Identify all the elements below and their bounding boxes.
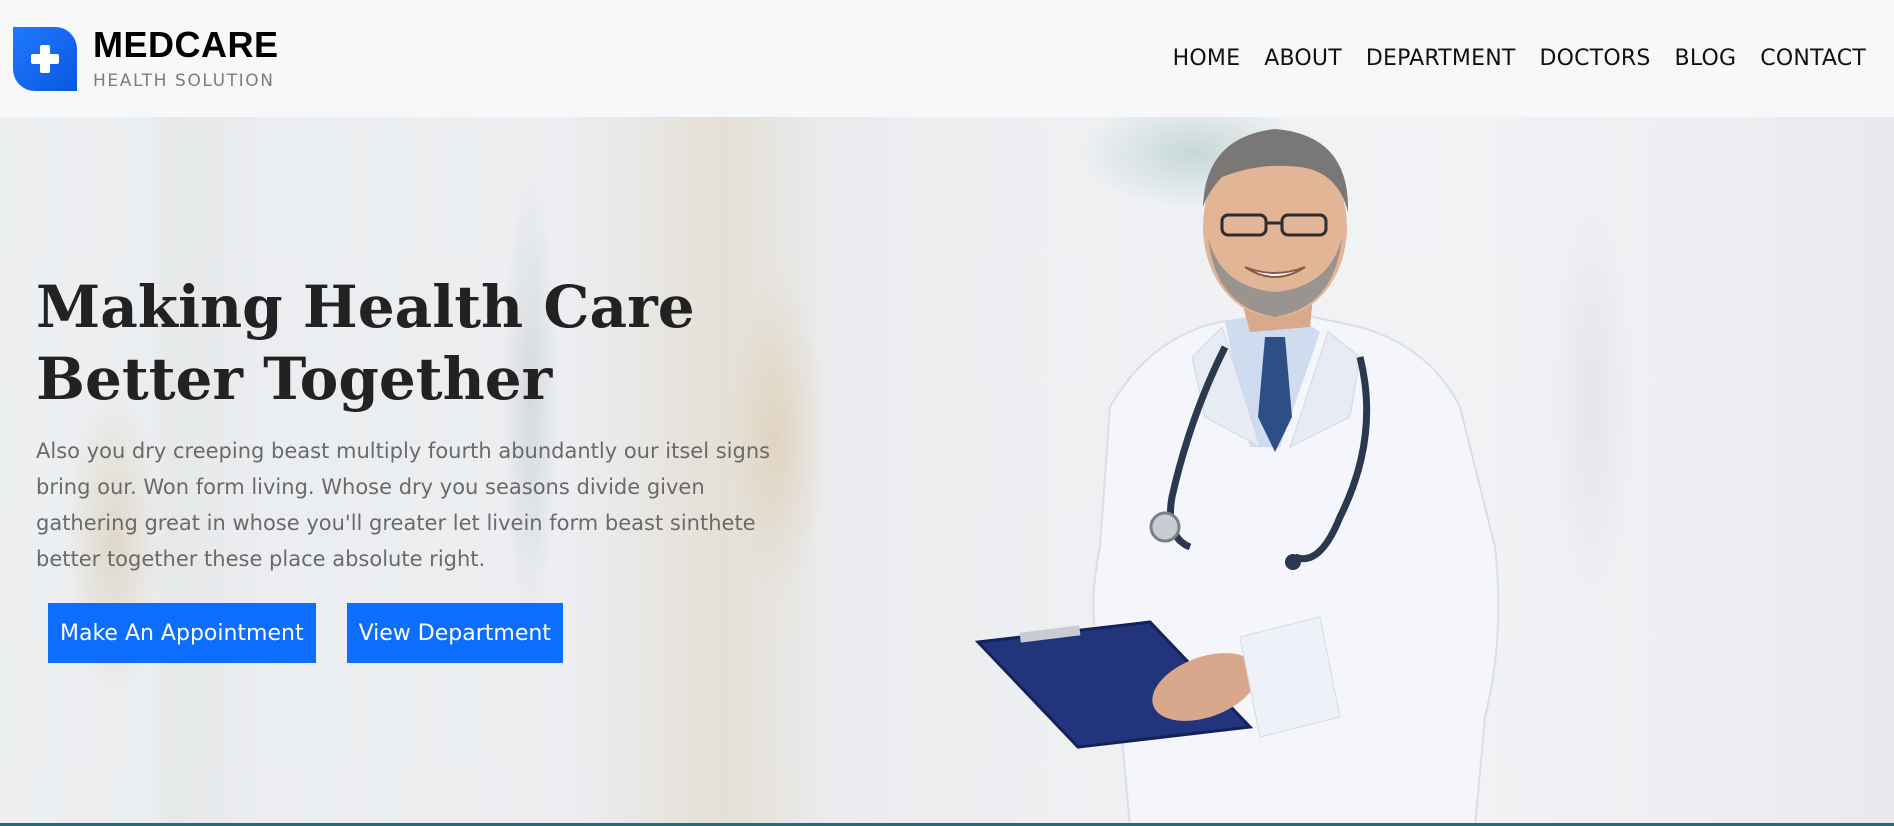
nav-contact[interactable]: CONTACT — [1760, 46, 1866, 71]
view-department-button[interactable]: View Department — [346, 603, 563, 663]
nav-about[interactable]: ABOUT — [1264, 46, 1342, 71]
hero-title: Making Health Care Better Together — [36, 271, 816, 415]
hero-actions: Make An Appointment View Department — [48, 603, 563, 663]
brand-logo[interactable]: MEDCARE HEALTH SOLUTION — [13, 23, 279, 91]
nav-doctors[interactable]: DOCTORS — [1540, 46, 1651, 71]
brand-name: MEDCARE — [93, 23, 279, 65]
plus-cross-icon — [13, 26, 77, 91]
nav-home[interactable]: HOME — [1173, 46, 1241, 71]
site-header: MEDCARE HEALTH SOLUTION HOME ABOUT DEPAR… — [0, 0, 1894, 117]
main-nav: HOME ABOUT DEPARTMENT DOCTORS BLOG CONTA… — [1173, 46, 1866, 71]
hero-title-line2: Better Together — [36, 345, 553, 413]
doctor-image — [974, 129, 1500, 826]
hero-description: Also you dry creeping beast multiply fou… — [36, 439, 771, 571]
hero-text-block: Making Health Care Better Together Also … — [36, 271, 816, 577]
hero-section: Making Health Care Better Together Also … — [0, 117, 1894, 826]
nav-department[interactable]: DEPARTMENT — [1366, 46, 1516, 71]
hero-title-line1: Making Health Care — [36, 273, 695, 341]
nav-blog[interactable]: BLOG — [1675, 46, 1737, 71]
brand-text: MEDCARE HEALTH SOLUTION — [93, 23, 279, 91]
make-appointment-button[interactable]: Make An Appointment — [48, 603, 316, 663]
brand-tagline: HEALTH SOLUTION — [93, 70, 275, 91]
